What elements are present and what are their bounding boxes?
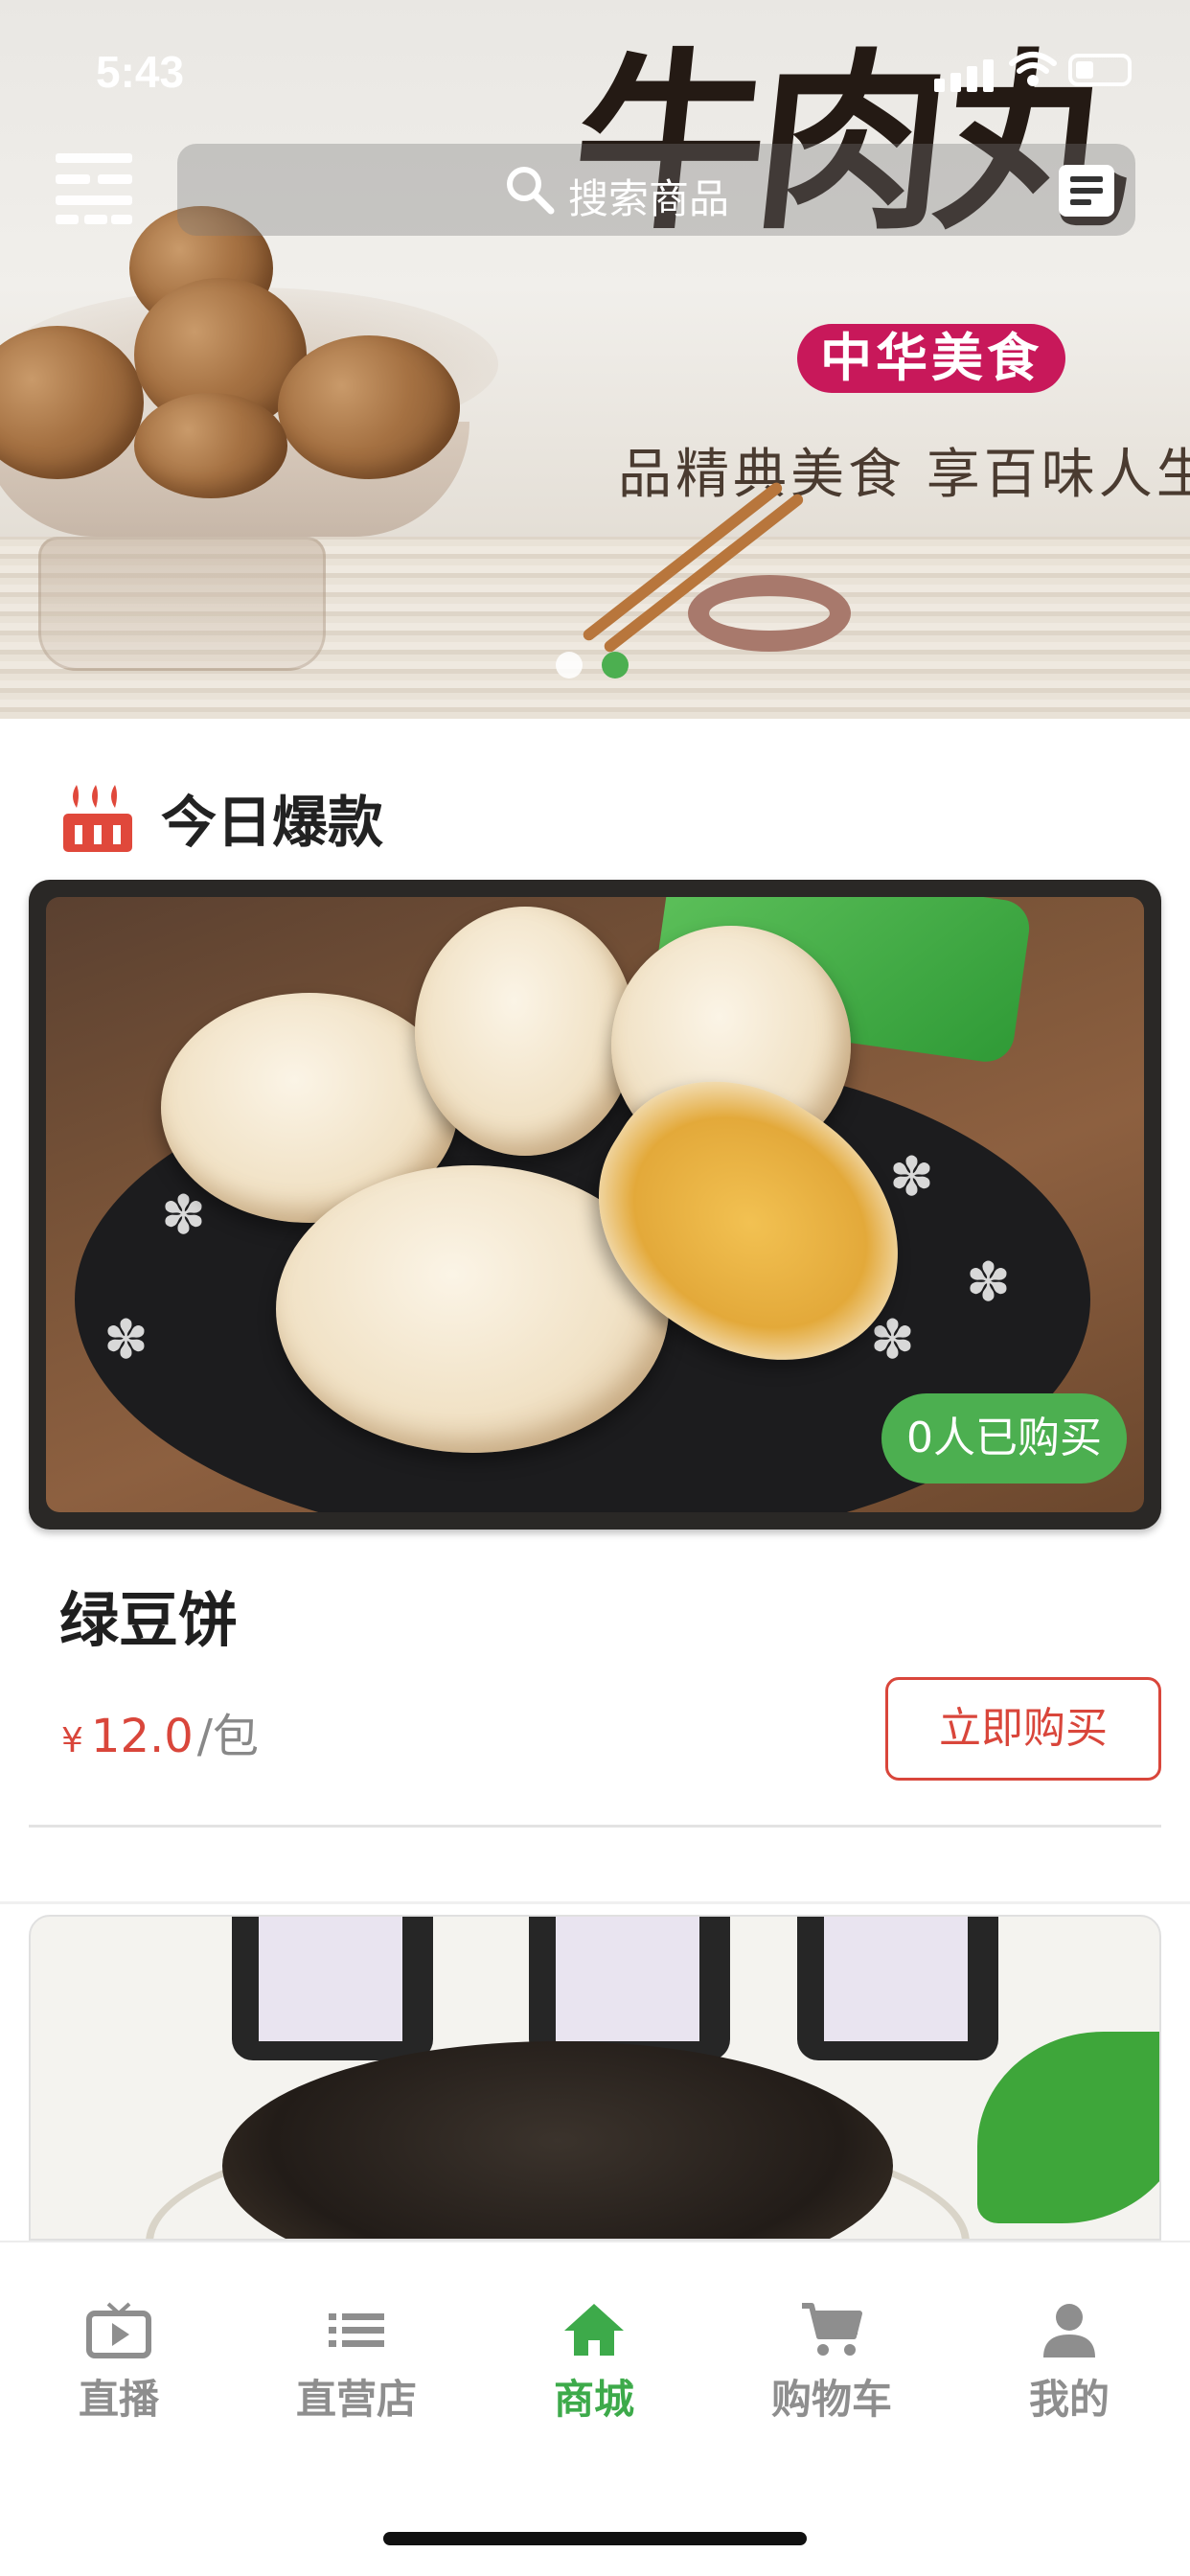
wifi-icon bbox=[1009, 52, 1057, 86]
tab-label: 商城 bbox=[553, 2376, 634, 2423]
banner-carousel[interactable]: 牛肉丸 中华美食 品精典美食 享百味人生 bbox=[0, 0, 1190, 719]
plate-pattern: ✽ bbox=[161, 1184, 206, 1247]
section-header: 今日爆款 bbox=[59, 774, 383, 861]
plate-pattern: ✽ bbox=[966, 1252, 1011, 1314]
carousel-indicator bbox=[556, 652, 629, 678]
plate-pattern: ✽ bbox=[889, 1146, 934, 1208]
tab-mall[interactable]: 商城 bbox=[498, 2300, 690, 2434]
search-placeholder: 搜索商品 bbox=[568, 175, 730, 222]
product-image-food bbox=[222, 2041, 893, 2239]
battery-icon bbox=[1068, 54, 1132, 86]
banner-meatball bbox=[278, 335, 460, 479]
home-indicator[interactable] bbox=[383, 2532, 807, 2545]
product-card[interactable]: ✽ ✽ ✽ ✽ ✽ 0人已购买 bbox=[29, 880, 1161, 1530]
banner-glass-bowl-stem bbox=[38, 537, 326, 671]
banner-slogan: 品精典美食 享百味人生 bbox=[618, 444, 1190, 506]
message-icon[interactable] bbox=[1059, 165, 1114, 217]
price-value: 12.0 bbox=[90, 1710, 194, 1763]
product-card[interactable] bbox=[29, 1915, 1161, 2241]
product-image-jar bbox=[797, 1917, 998, 2060]
search-bar[interactable]: 搜索商品 bbox=[177, 144, 1135, 236]
tab-label: 我的 bbox=[1028, 2376, 1110, 2423]
hot-sale-icon bbox=[63, 785, 132, 852]
tab-live[interactable]: 直播 bbox=[23, 2300, 215, 2434]
carousel-dot[interactable] bbox=[556, 652, 583, 678]
search-icon bbox=[507, 167, 555, 215]
sold-count-badge: 0人已购买 bbox=[881, 1393, 1127, 1484]
buy-now-button[interactable]: 立即购买 bbox=[885, 1677, 1161, 1781]
category-menu-button[interactable] bbox=[50, 153, 140, 224]
section-divider bbox=[0, 1901, 1190, 1904]
price-unit: /包 bbox=[196, 1710, 259, 1763]
status-time: 5:43 bbox=[96, 47, 185, 97]
product-image-pastry bbox=[415, 907, 635, 1156]
list-icon bbox=[329, 2313, 384, 2347]
product-image-jar bbox=[232, 1917, 433, 2060]
banner-meatball bbox=[134, 393, 287, 498]
carousel-dot-active[interactable] bbox=[602, 652, 629, 678]
user-icon bbox=[1043, 2304, 1095, 2358]
chopstick-rest bbox=[688, 575, 851, 652]
divider bbox=[29, 1825, 1161, 1828]
tab-mine[interactable]: 我的 bbox=[973, 2300, 1165, 2434]
product-image[interactable]: ✽ ✽ ✽ ✽ ✽ 0人已购买 bbox=[46, 897, 1144, 1512]
section-title: 今日爆款 bbox=[161, 790, 384, 855]
tab-bar: 直播 直营店 商城 购物车 我的 bbox=[0, 2241, 1190, 2576]
tab-label: 直播 bbox=[78, 2376, 159, 2423]
product-image-jar bbox=[529, 1917, 730, 2060]
product-image-leaf bbox=[977, 2032, 1159, 2223]
home-icon bbox=[564, 2304, 624, 2356]
tab-direct-store[interactable]: 直营店 bbox=[261, 2300, 452, 2434]
status-icons bbox=[934, 50, 1135, 92]
tab-label: 直营店 bbox=[295, 2376, 417, 2423]
plate-pattern: ✽ bbox=[103, 1309, 149, 1371]
product-price: ¥ 12.0 /包 bbox=[61, 1698, 259, 1765]
cart-icon bbox=[802, 2303, 862, 2356]
tab-label: 购物车 bbox=[770, 2376, 892, 2423]
banner-seal: 中华美食 bbox=[797, 324, 1065, 393]
tab-cart[interactable]: 购物车 bbox=[736, 2300, 927, 2434]
plate-pattern: ✽ bbox=[870, 1309, 915, 1371]
tv-icon bbox=[86, 2302, 151, 2358]
price-currency: ¥ bbox=[61, 1721, 83, 1760]
product-name[interactable]: 绿豆饼 bbox=[59, 1572, 238, 1658]
